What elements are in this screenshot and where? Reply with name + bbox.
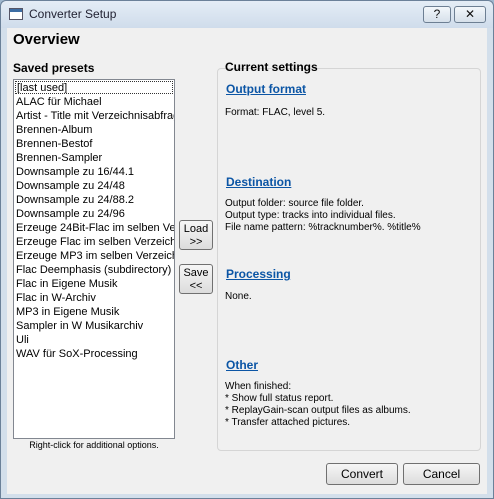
destination-link[interactable]: Destination — [226, 175, 291, 189]
preset-item[interactable]: Artist - Title mit Verzeichnisabfrage — [14, 109, 174, 123]
preset-item[interactable]: MP3 in Eigene Musik — [14, 305, 174, 319]
load-preset-button[interactable]: Load >> — [179, 220, 213, 250]
cancel-button[interactable]: Cancel — [403, 463, 480, 485]
preset-item[interactable]: ALAC für Michael — [14, 95, 174, 109]
processing-link[interactable]: Processing — [226, 267, 291, 281]
save-button-arrow: << — [189, 280, 203, 292]
preset-item[interactable]: Uli — [14, 333, 174, 347]
preset-item[interactable]: Brennen-Bestof — [14, 137, 174, 151]
detail-line: * Show full status report. — [225, 393, 334, 404]
output-format-link[interactable]: Output format — [226, 82, 306, 96]
preset-item[interactable]: Erzeuge Flac im selben Verzeichnis — [14, 235, 174, 249]
converter-setup-window: Converter Setup ? ✕ Overview Saved prese… — [0, 0, 494, 499]
destination-details: Output folder: source file folder. Outpu… — [225, 198, 421, 234]
detail-line: * Transfer attached pictures. — [225, 417, 351, 428]
window-title: Converter Setup — [29, 7, 117, 21]
other-link[interactable]: Other — [226, 358, 258, 372]
load-button-arrow: >> — [189, 236, 203, 248]
detail-line: Format: FLAC, level 5. — [225, 107, 326, 118]
current-settings-label: Current settings — [225, 60, 318, 74]
preset-item[interactable]: Downsample zu 24/48 — [14, 179, 174, 193]
right-click-hint: Right-click for additional options. — [29, 440, 159, 450]
convert-button[interactable]: Convert — [326, 463, 398, 485]
overview-heading: Overview — [13, 31, 80, 48]
detail-line: When finished: — [225, 381, 292, 392]
preset-item[interactable]: Brennen-Album — [14, 123, 174, 137]
processing-details: None. — [225, 291, 252, 303]
preset-item[interactable]: Flac Deemphasis (subdirectory) — [14, 263, 174, 277]
preset-item[interactable]: Erzeuge MP3 im selben Verzeichnis — [14, 249, 174, 263]
app-window-icon — [9, 8, 23, 20]
title-bar[interactable]: Converter Setup ? ✕ — [1, 1, 493, 28]
preset-item[interactable]: Downsample zu 24/88.2 — [14, 193, 174, 207]
detail-line: None. — [225, 291, 252, 302]
preset-item[interactable]: Flac in W-Archiv — [14, 291, 174, 305]
detail-line: * ReplayGain-scan output files as albums… — [225, 405, 411, 416]
other-details: When finished: * Show full status report… — [225, 381, 411, 429]
close-button[interactable]: ✕ — [454, 6, 486, 23]
preset-item[interactable]: Erzeuge 24Bit-Flac im selben Verzeichnis — [14, 221, 174, 235]
detail-line: File name pattern: %tracknumber%. %title… — [225, 222, 421, 233]
detail-line: Output folder: source file folder. — [225, 198, 364, 209]
dialog-client-area: Overview Saved presets [last used] ALAC … — [7, 28, 487, 494]
preset-item[interactable]: WAV für SoX-Processing — [14, 347, 174, 361]
preset-item[interactable]: Flac in Eigene Musik — [14, 277, 174, 291]
preset-item[interactable]: Sampler in W Musikarchiv — [14, 319, 174, 333]
load-button-label: Load — [183, 223, 209, 235]
save-button-label: Save — [183, 267, 209, 279]
saved-presets-list[interactable]: [last used] ALAC für Michael Artist - Ti… — [13, 79, 175, 439]
preset-item[interactable]: Brennen-Sampler — [14, 151, 174, 165]
preset-item[interactable]: Downsample zu 16/44.1 — [14, 165, 174, 179]
save-preset-button[interactable]: Save << — [179, 264, 213, 294]
output-format-details: Format: FLAC, level 5. — [225, 107, 325, 119]
preset-item[interactable]: Downsample zu 24/96 — [14, 207, 174, 221]
preset-item[interactable]: [last used] — [15, 81, 173, 94]
detail-line: Output type: tracks into individual file… — [225, 210, 396, 221]
saved-presets-label: Saved presets — [13, 61, 95, 75]
help-button[interactable]: ? — [423, 6, 451, 23]
